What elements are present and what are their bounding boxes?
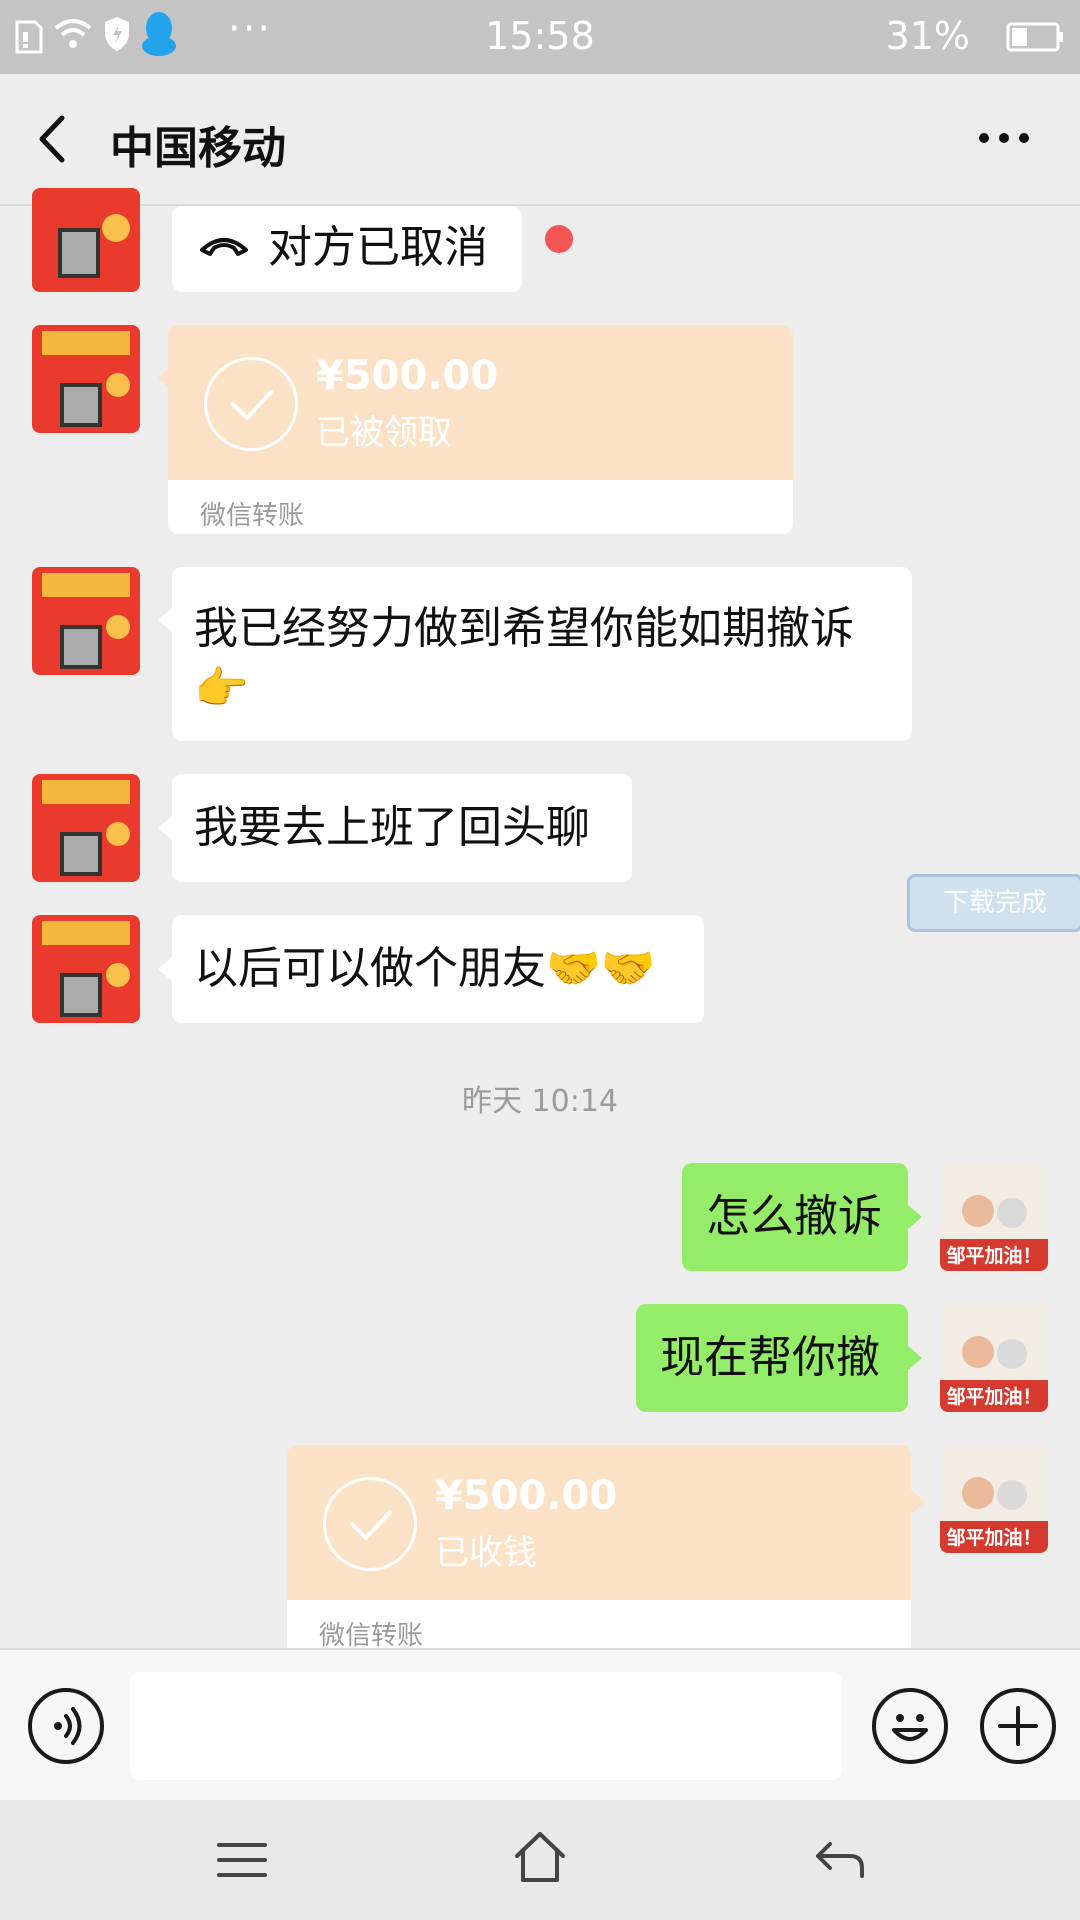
emoji-icon (892, 1714, 928, 1741)
status-bar: ··· 15:58 31% (0, 0, 1080, 74)
message-emoji: 👉 (194, 663, 249, 714)
transfer-card[interactable]: ¥500.00 已收钱 微信转账 (287, 1445, 911, 1648)
avatar-china-mobile[interactable] (32, 325, 140, 433)
bubble-tail (911, 1490, 925, 1514)
transfer-amount: ¥500.00 (435, 1473, 618, 1519)
text-message[interactable]: 我已经努力做到希望你能如期撤诉 👉 (172, 567, 912, 741)
message-text: 现在帮你撤 (660, 1332, 880, 1383)
text-message[interactable]: 以后可以做个朋友🤝🤝 (172, 915, 704, 1023)
input-bar (0, 1648, 1080, 1802)
avatar-self[interactable]: 邹平加油！ (940, 1445, 1048, 1553)
emoji-button[interactable] (872, 1688, 948, 1764)
menu-icon[interactable] (216, 1840, 268, 1880)
text-message-self[interactable]: 怎么撤诉 (682, 1163, 908, 1271)
message-text: 怎么撤诉 (706, 1191, 882, 1242)
avatar-self[interactable]: 邹平加油！ (940, 1163, 1048, 1271)
check-icon (204, 357, 298, 451)
bubble-tail (158, 608, 172, 632)
avatar-caption: 邹平加油！ (946, 1527, 1042, 1549)
bubble-tail (908, 1205, 922, 1229)
transfer-label: 微信转账 (200, 501, 305, 531)
message-text: 以后可以做个朋友🤝🤝 (194, 943, 656, 994)
avatar-china-mobile[interactable] (32, 567, 140, 675)
voice-icon (54, 1707, 82, 1745)
avatar-china-mobile[interactable] (32, 188, 140, 292)
battery-percent: 31% (885, 14, 970, 58)
text-message-self[interactable]: 现在帮你撤 (636, 1304, 908, 1412)
text-message[interactable]: 我要去上班了回头聊 (172, 774, 632, 882)
message-input[interactable] (130, 1672, 842, 1780)
phone-hangup-icon (200, 238, 248, 256)
bubble-tail (158, 957, 172, 981)
download-complete-tag[interactable]: 下载完成 (907, 874, 1080, 932)
more-dots-icon[interactable] (978, 130, 1030, 146)
chat-title: 中国移动 (110, 123, 286, 174)
plus-button[interactable] (980, 1688, 1056, 1764)
avatar-caption: 邹平加油！ (946, 1245, 1042, 1267)
avatar-china-mobile[interactable] (32, 774, 140, 882)
avatar-china-mobile[interactable] (32, 915, 140, 1023)
system-nav-bar (0, 1800, 1080, 1920)
avatar-self[interactable]: 邹平加油！ (940, 1304, 1048, 1412)
transfer-status: 已收钱 (435, 1533, 537, 1573)
unread-dot (545, 225, 573, 253)
transfer-status: 已被领取 (316, 413, 452, 453)
home-icon[interactable] (513, 1830, 567, 1884)
back-arrow-icon[interactable] (814, 1838, 866, 1882)
bubble-tail (908, 1346, 922, 1370)
message-text: 我要去上班了回头聊 (194, 802, 590, 853)
transfer-amount: ¥500.00 (316, 353, 499, 399)
timestamp: 昨天 10:14 (462, 1084, 618, 1119)
call-message[interactable]: 对方已取消 (172, 206, 522, 292)
chevron-left-icon[interactable] (36, 114, 68, 164)
check-icon (323, 1477, 417, 1571)
transfer-card[interactable]: ¥500.00 已被领取 微信转账 (168, 325, 793, 534)
plus-icon (998, 1706, 1038, 1746)
voice-button[interactable] (28, 1688, 104, 1764)
avatar-caption: 邹平加油！ (946, 1386, 1042, 1408)
chat-header: 中国移动 (0, 74, 1080, 206)
message-text: 我已经努力做到希望你能如期撤诉 (194, 603, 854, 654)
transfer-label: 微信转账 (319, 1621, 424, 1648)
battery-icon (1006, 22, 1063, 52)
bubble-tail (158, 816, 172, 840)
call-status-text: 对方已取消 (268, 222, 488, 273)
